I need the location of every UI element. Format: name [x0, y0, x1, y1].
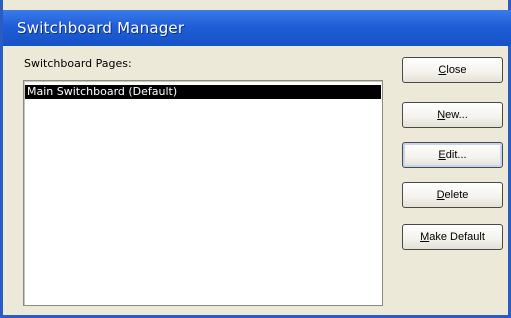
edit-button[interactable]: Edit...: [402, 142, 503, 168]
close-button-label: lose: [446, 64, 467, 76]
delete-button-label: elete: [444, 189, 469, 201]
new-button-label: ew...: [445, 109, 468, 121]
new-mnemonic: N: [437, 109, 446, 121]
switchboard-pages-label: Switchboard Pages:: [24, 57, 132, 70]
delete-mnemonic: D: [436, 189, 445, 201]
switchboard-manager-dialog: Switchboard Manager Switchboard Pages: M…: [0, 0, 511, 318]
close-button[interactable]: Close: [402, 57, 503, 83]
edit-button-label: dit...: [445, 149, 467, 161]
dialog-titlebar[interactable]: Switchboard Manager: [3, 10, 511, 46]
new-button[interactable]: New...: [402, 102, 503, 128]
delete-button[interactable]: Delete: [402, 182, 503, 208]
make-default-mnemonic: M: [420, 231, 430, 243]
switchboard-pages-list[interactable]: Main Switchboard (Default): [23, 80, 383, 306]
make-default-button[interactable]: Make Default: [402, 224, 503, 250]
edit-mnemonic: E: [438, 149, 446, 161]
list-item[interactable]: Main Switchboard (Default): [25, 85, 381, 99]
make-default-button-label: ake Default: [429, 231, 485, 243]
dialog-title: Switchboard Manager: [17, 19, 185, 37]
